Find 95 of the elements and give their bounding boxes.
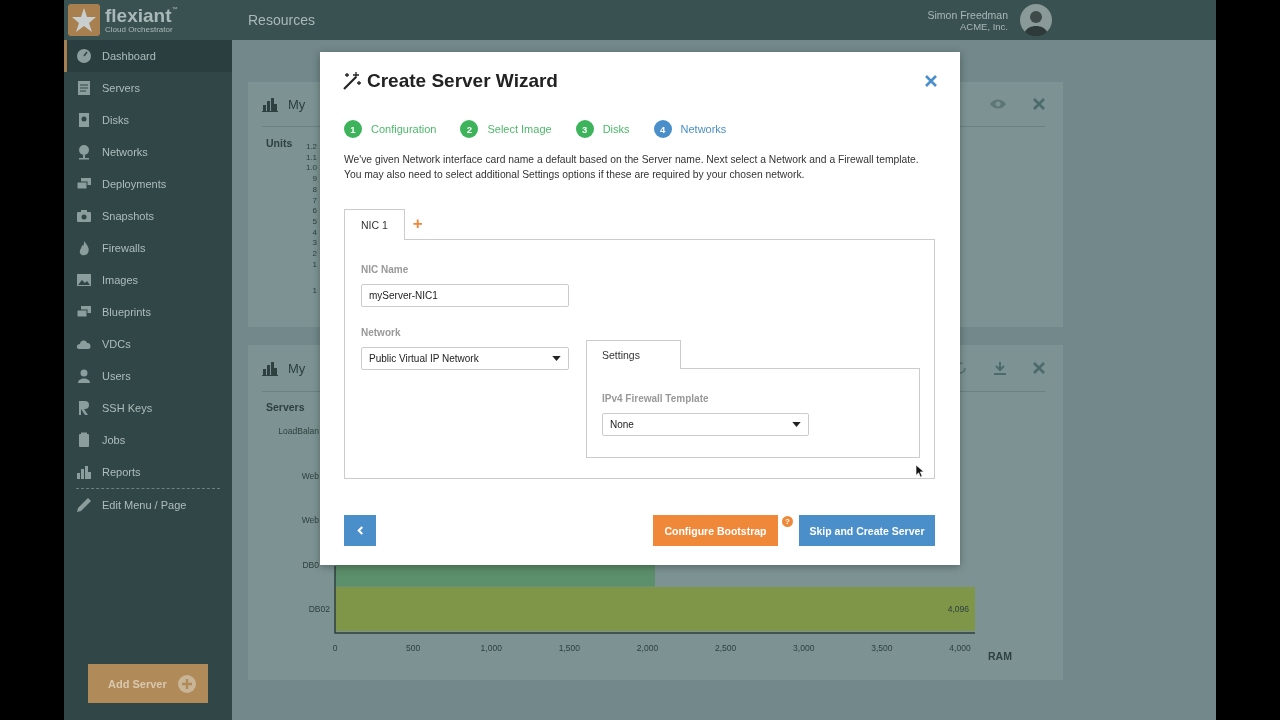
tick-label: 3,000 (793, 643, 815, 653)
user-name: Simon Freedman (927, 8, 1008, 21)
wizard-step[interactable]: Networks (680, 123, 727, 135)
settings-tab[interactable]: Settings (586, 340, 681, 369)
sidebar-item[interactable]: Users (61, 360, 232, 392)
sidebar-item[interactable]: Networks (61, 136, 232, 168)
pencil-icon (76, 497, 92, 513)
monitors-icon (76, 304, 92, 320)
sidebar-item[interactable]: Dashboard (64, 40, 232, 72)
axis-label: 8 (312, 184, 317, 196)
bar-chart-icon (262, 360, 278, 376)
tick-label: 3,500 (871, 643, 893, 653)
step-number: 2 (460, 120, 479, 138)
download-icon[interactable] (993, 361, 1007, 375)
tick-label: 4,000 (949, 643, 971, 653)
tick-label: 1,500 (558, 643, 580, 653)
magic-wand-icon (342, 71, 362, 91)
avatar[interactable] (1020, 4, 1052, 36)
caret-icon (552, 356, 561, 361)
field-label: NIC Name (361, 264, 410, 277)
nic-name-field[interactable]: myServer-NIC1 (361, 284, 569, 307)
bar-chart-icon (76, 464, 92, 480)
logo-name: flexiant (105, 6, 172, 25)
plus-circle-icon (178, 674, 196, 693)
category-label: LoadBalan (278, 426, 319, 436)
firewall-template-dropdown[interactable]: None (602, 413, 809, 436)
axis-label: 1.2 (305, 142, 317, 153)
field-label: Network (361, 327, 402, 340)
tick-label: 0 (332, 643, 338, 653)
back-button[interactable] (344, 515, 376, 546)
axis-label: 5 (312, 216, 317, 228)
image-icon (76, 272, 92, 288)
mouse-pointer-icon (915, 464, 924, 478)
value-label: 4,096 (947, 604, 969, 614)
page-title: Resources (248, 12, 315, 28)
axis-title: RAM (988, 650, 1012, 662)
company-name: ACME, Inc. (959, 20, 1008, 32)
sidebar-item[interactable]: Deployments (61, 168, 232, 200)
close-icon[interactable] (1033, 98, 1045, 110)
panel-title: My (288, 96, 306, 112)
category-label: DB0 (302, 559, 319, 570)
skip-and-create-button[interactable]: Skip and Create Server (799, 515, 935, 546)
step-number: 3 (575, 120, 594, 138)
category-label: DB02 (308, 604, 330, 614)
chevron-left-icon (356, 526, 364, 535)
close-icon[interactable] (925, 75, 937, 87)
bar-chart-icon (262, 96, 278, 112)
person-icon (76, 368, 92, 384)
eye-icon[interactable] (989, 98, 1007, 110)
axis-label: 1.1 (305, 152, 317, 164)
clipboard-icon (76, 432, 92, 448)
star-logo-icon (68, 4, 100, 36)
camera-icon (76, 208, 92, 224)
tick-label: 2,500 (715, 643, 737, 653)
edit-menu-link[interactable]: Edit Menu / Page (61, 489, 232, 521)
sidebar-item[interactable]: Servers (61, 72, 232, 104)
axis-title: Servers (266, 401, 305, 413)
tick-label: 500 (406, 643, 421, 653)
axis-label: 7 (312, 195, 317, 207)
sidebar-item[interactable]: VDCs (61, 328, 232, 360)
step-number: 4 (653, 120, 672, 138)
sidebar-item[interactable]: Images (61, 264, 232, 296)
sidebar-item[interactable]: Snapshots (61, 200, 232, 232)
axis-label: 2 (312, 249, 317, 260)
sidebar-item[interactable]: Jobs (61, 424, 232, 456)
sidebar-item[interactable]: Firewalls (61, 232, 232, 264)
logo-tagline: Cloud Orchestrator (105, 25, 174, 34)
sidebar-item[interactable]: Reports (61, 456, 232, 488)
nic-tab[interactable]: NIC 1 (344, 209, 405, 240)
tick-label: 2,000 (636, 643, 659, 653)
gauge-icon (76, 48, 92, 64)
axis-label: 4 (312, 227, 317, 239)
tick-label: 1,000 (480, 643, 502, 653)
axis-label: 1.0 (305, 163, 317, 175)
panel-title: My (288, 360, 306, 376)
axis-label: 1 (312, 286, 317, 298)
intro-text: We've given Network interface card name a default based on the Server name. Next select a Network and a Firewall template. You may also need to select additional Settings options if these are required by your chosen network. (344, 153, 920, 182)
document-icon (76, 80, 92, 96)
monitors-icon (76, 176, 92, 192)
close-icon[interactable] (1033, 362, 1045, 374)
category-label: Web (301, 470, 319, 481)
sidebar-item[interactable]: Blueprints (61, 296, 232, 328)
dialog-title: Create Server Wizard (367, 70, 558, 92)
field-label: IPv4 Firewall Template (602, 393, 710, 406)
caret-icon (792, 422, 801, 427)
category-label: Web (301, 515, 319, 525)
sidebar-item[interactable]: Disks (61, 104, 232, 136)
axis-label: 3 (312, 238, 317, 250)
key-icon (76, 400, 92, 416)
axis-title: Units (266, 137, 293, 151)
sidebar-item[interactable]: SSH Keys (61, 392, 232, 424)
step-number: 1 (344, 120, 362, 138)
axis-label: 1 (312, 259, 317, 271)
network-dropdown[interactable]: Public Virtual IP Network (361, 347, 569, 370)
axis-label: 6 (312, 206, 317, 217)
